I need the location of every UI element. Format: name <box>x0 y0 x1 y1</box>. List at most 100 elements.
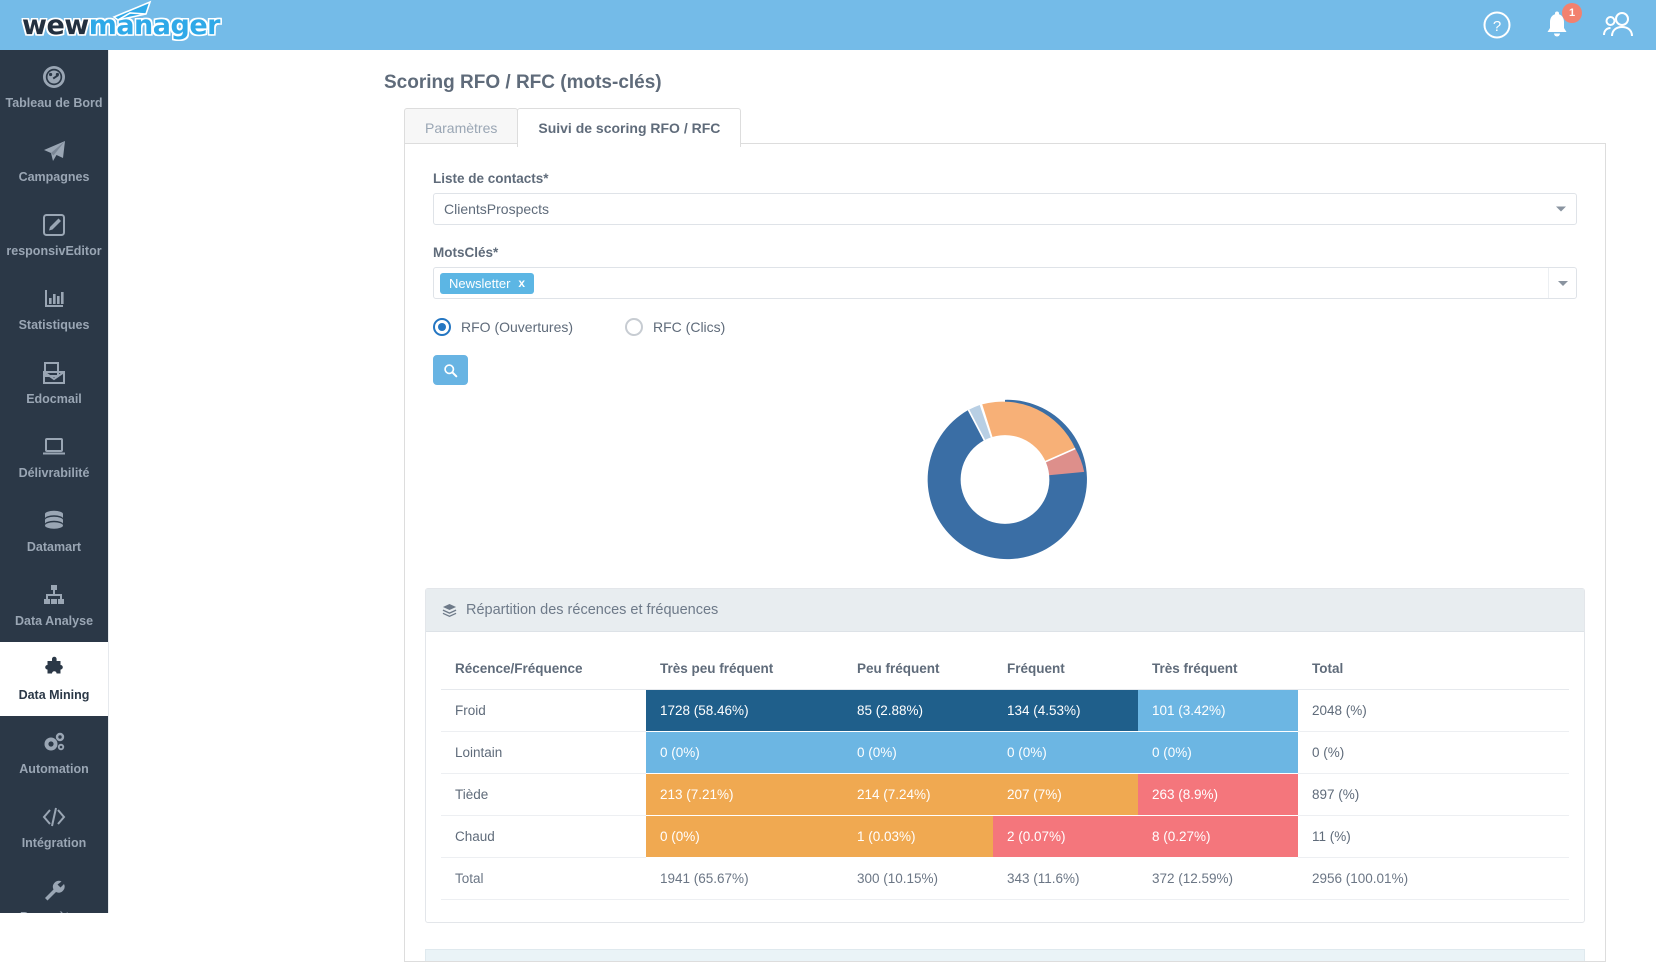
row-label-lointain: Lointain <box>441 731 646 774</box>
cell-tiede-frequent: 207 (7%) <box>993 773 1138 816</box>
help-circle-icon[interactable]: ? <box>1482 10 1512 40</box>
row-label-froid: Froid <box>441 689 646 732</box>
keywords-dropdown-toggle[interactable] <box>1548 268 1576 298</box>
notification-badge: 1 <box>1562 3 1582 23</box>
gears-icon <box>40 730 68 756</box>
radio-indicator <box>625 318 644 336</box>
sidebar-item-label: Data Analyse <box>14 614 94 628</box>
cell-total-total: 2956 (100.01%) <box>1298 857 1569 900</box>
cell-total-frequent: 343 (11.6%) <box>993 857 1138 900</box>
pencil-square-icon <box>40 212 68 238</box>
row-label-chaud: Chaud <box>441 815 646 858</box>
mail-document-icon <box>40 360 68 386</box>
sidebar-item-automation[interactable]: Automation <box>0 716 108 790</box>
code-icon <box>40 804 68 830</box>
keyword-tag[interactable]: Newsletter x <box>440 272 535 294</box>
sidebar-item-label: Tableau de Bord <box>5 96 103 110</box>
cell-lointain-tres-frequent: 0 (0%) <box>1138 731 1298 774</box>
radio-rfc-label: RFC (Clics) <box>653 319 726 335</box>
paper-plane-icon <box>40 138 68 164</box>
next-section-placeholder <box>425 949 1585 961</box>
logo-text-secondary: manager <box>88 9 221 41</box>
scoring-mode-radio-group: RFO (Ouvertures) RFC (Clics) <box>433 318 1577 336</box>
keywords-label: MotsClés* <box>433 245 499 260</box>
chevron-down-icon <box>1557 280 1568 286</box>
sidebar-item-statistiques[interactable]: Statistiques <box>0 272 108 346</box>
sitemap-icon <box>40 582 68 608</box>
app-logo[interactable]: wew manager <box>22 0 220 50</box>
sidebar-item-label: Statistiques <box>18 318 90 332</box>
column-header-recency-frequency: Récence/Fréquence <box>441 648 646 690</box>
card-body: Récence/Fréquence Très peu fréquent Peu … <box>426 632 1584 922</box>
contact-list-select[interactable]: ClientsProspects <box>433 193 1577 225</box>
radio-rfo-label: RFO (Ouvertures) <box>461 319 574 335</box>
sidebar-item-edocmail[interactable]: Edocmail <box>0 346 108 420</box>
cell-froid-peu-frequent: 85 (2.88%) <box>843 689 993 732</box>
sidebar: Tableau de Bord Campagnes responsivEdito… <box>0 50 108 913</box>
logo-text-primary: wew <box>22 9 89 41</box>
sidebar-item-datamart[interactable]: Datamart <box>0 494 108 568</box>
card-title: Répartition des récences et fréquences <box>466 602 719 618</box>
sidebar-item-tableau-de-bord[interactable]: Tableau de Bord <box>0 50 108 124</box>
cell-tiede-peu-frequent: 214 (7.24%) <box>843 773 993 816</box>
layers-icon <box>442 603 457 618</box>
sidebar-item-responsiveditor[interactable]: responsivEditor <box>0 198 108 272</box>
keywords-multiselect[interactable]: Newsletter x <box>433 267 1577 299</box>
bell-icon[interactable]: 1 <box>1542 3 1582 40</box>
sidebar-item-data-analyse[interactable]: Data Analyse <box>0 568 108 642</box>
bar-chart-icon <box>40 286 68 312</box>
remove-tag-icon[interactable]: x <box>518 276 525 290</box>
cell-tiede-total: 897 (%) <box>1298 773 1569 816</box>
tab-parametres[interactable]: Paramètres <box>404 108 519 147</box>
sidebar-item-label: Automation <box>19 762 89 776</box>
sidebar-item-data-mining[interactable]: Data Mining <box>0 642 108 716</box>
puzzle-piece-icon <box>40 656 68 682</box>
contact-list-value: ClientsProspects <box>444 201 550 217</box>
sidebar-item-label: Intégration <box>21 836 87 850</box>
sidebar-item-label: Campagnes <box>18 170 90 184</box>
card-header: Répartition des récences et fréquences <box>426 589 1584 632</box>
table-header-row: Récence/Fréquence Très peu fréquent Peu … <box>441 648 1569 690</box>
cell-tiede-tres-peu-frequent: 213 (7.21%) <box>646 773 843 816</box>
column-header-peu-frequent: Peu fréquent <box>843 648 993 690</box>
row-label-tiede: Tiède <box>441 773 646 816</box>
filter-form: Liste de contacts* ClientsProspects Mots… <box>405 144 1605 562</box>
radio-rfc-clics[interactable]: RFC (Clics) <box>625 318 725 336</box>
cell-chaud-peu-frequent: 1 (0.03%) <box>843 815 993 858</box>
envelope-icon <box>112 0 152 21</box>
table-row: Tiède 213 (7.21%) 214 (7.24%) 207 (7%) 2… <box>441 773 1569 816</box>
main-content: Scoring RFO / RFC (mots-clés) Paramètres… <box>108 50 1656 962</box>
cell-total-tres-peu-frequent: 1941 (65.67%) <box>646 857 843 900</box>
cell-froid-tres-frequent: 101 (3.42%) <box>1138 689 1298 732</box>
sidebar-item-label: Edocmail <box>26 392 82 406</box>
cell-chaud-tres-frequent: 8 (0.27%) <box>1138 815 1298 858</box>
database-icon <box>40 508 68 534</box>
cell-chaud-frequent: 2 (0.07%) <box>993 815 1138 858</box>
sidebar-item-campagnes[interactable]: Campagnes <box>0 124 108 198</box>
table-row: Lointain 0 (0%) 0 (0%) 0 (0%) 0 (0%) 0 (… <box>441 731 1569 774</box>
column-header-frequent: Fréquent <box>993 648 1138 690</box>
tab-suivi-de-scoring[interactable]: Suivi de scoring RFO / RFC <box>517 108 742 147</box>
sidebar-item-delivrabilite[interactable]: Délivrabilité <box>0 420 108 494</box>
search-icon <box>444 363 458 377</box>
sidebar-item-label: Data Mining <box>18 688 90 702</box>
sidebar-item-integration[interactable]: Intégration <box>0 790 108 864</box>
sidebar-item-label: Datamart <box>26 540 82 554</box>
wrench-icon <box>40 878 68 904</box>
column-header-total: Total <box>1298 648 1569 690</box>
contact-list-label: Liste de contacts* <box>433 171 549 186</box>
radio-indicator-selected <box>433 318 451 336</box>
search-button[interactable] <box>433 355 468 385</box>
cell-froid-tres-peu-frequent: 1728 (58.46%) <box>646 689 843 732</box>
cell-lointain-peu-frequent: 0 (0%) <box>843 731 993 774</box>
dashboard-gauge-icon <box>40 64 68 90</box>
cell-tiede-tres-frequent: 263 (8.9%) <box>1138 773 1298 816</box>
keyword-tag-label: Newsletter <box>449 275 511 291</box>
radio-rfo-ouvertures[interactable]: RFO (Ouvertures) <box>433 318 573 336</box>
users-icon[interactable] <box>1602 10 1633 40</box>
sidebar-item-parametres[interactable]: Paramètres <box>0 864 108 913</box>
cell-lointain-total: 0 (%) <box>1298 731 1569 774</box>
tab-panel: Liste de contacts* ClientsProspects Mots… <box>404 143 1606 962</box>
chevron-down-icon <box>1556 206 1566 212</box>
donut-hole <box>960 435 1050 524</box>
